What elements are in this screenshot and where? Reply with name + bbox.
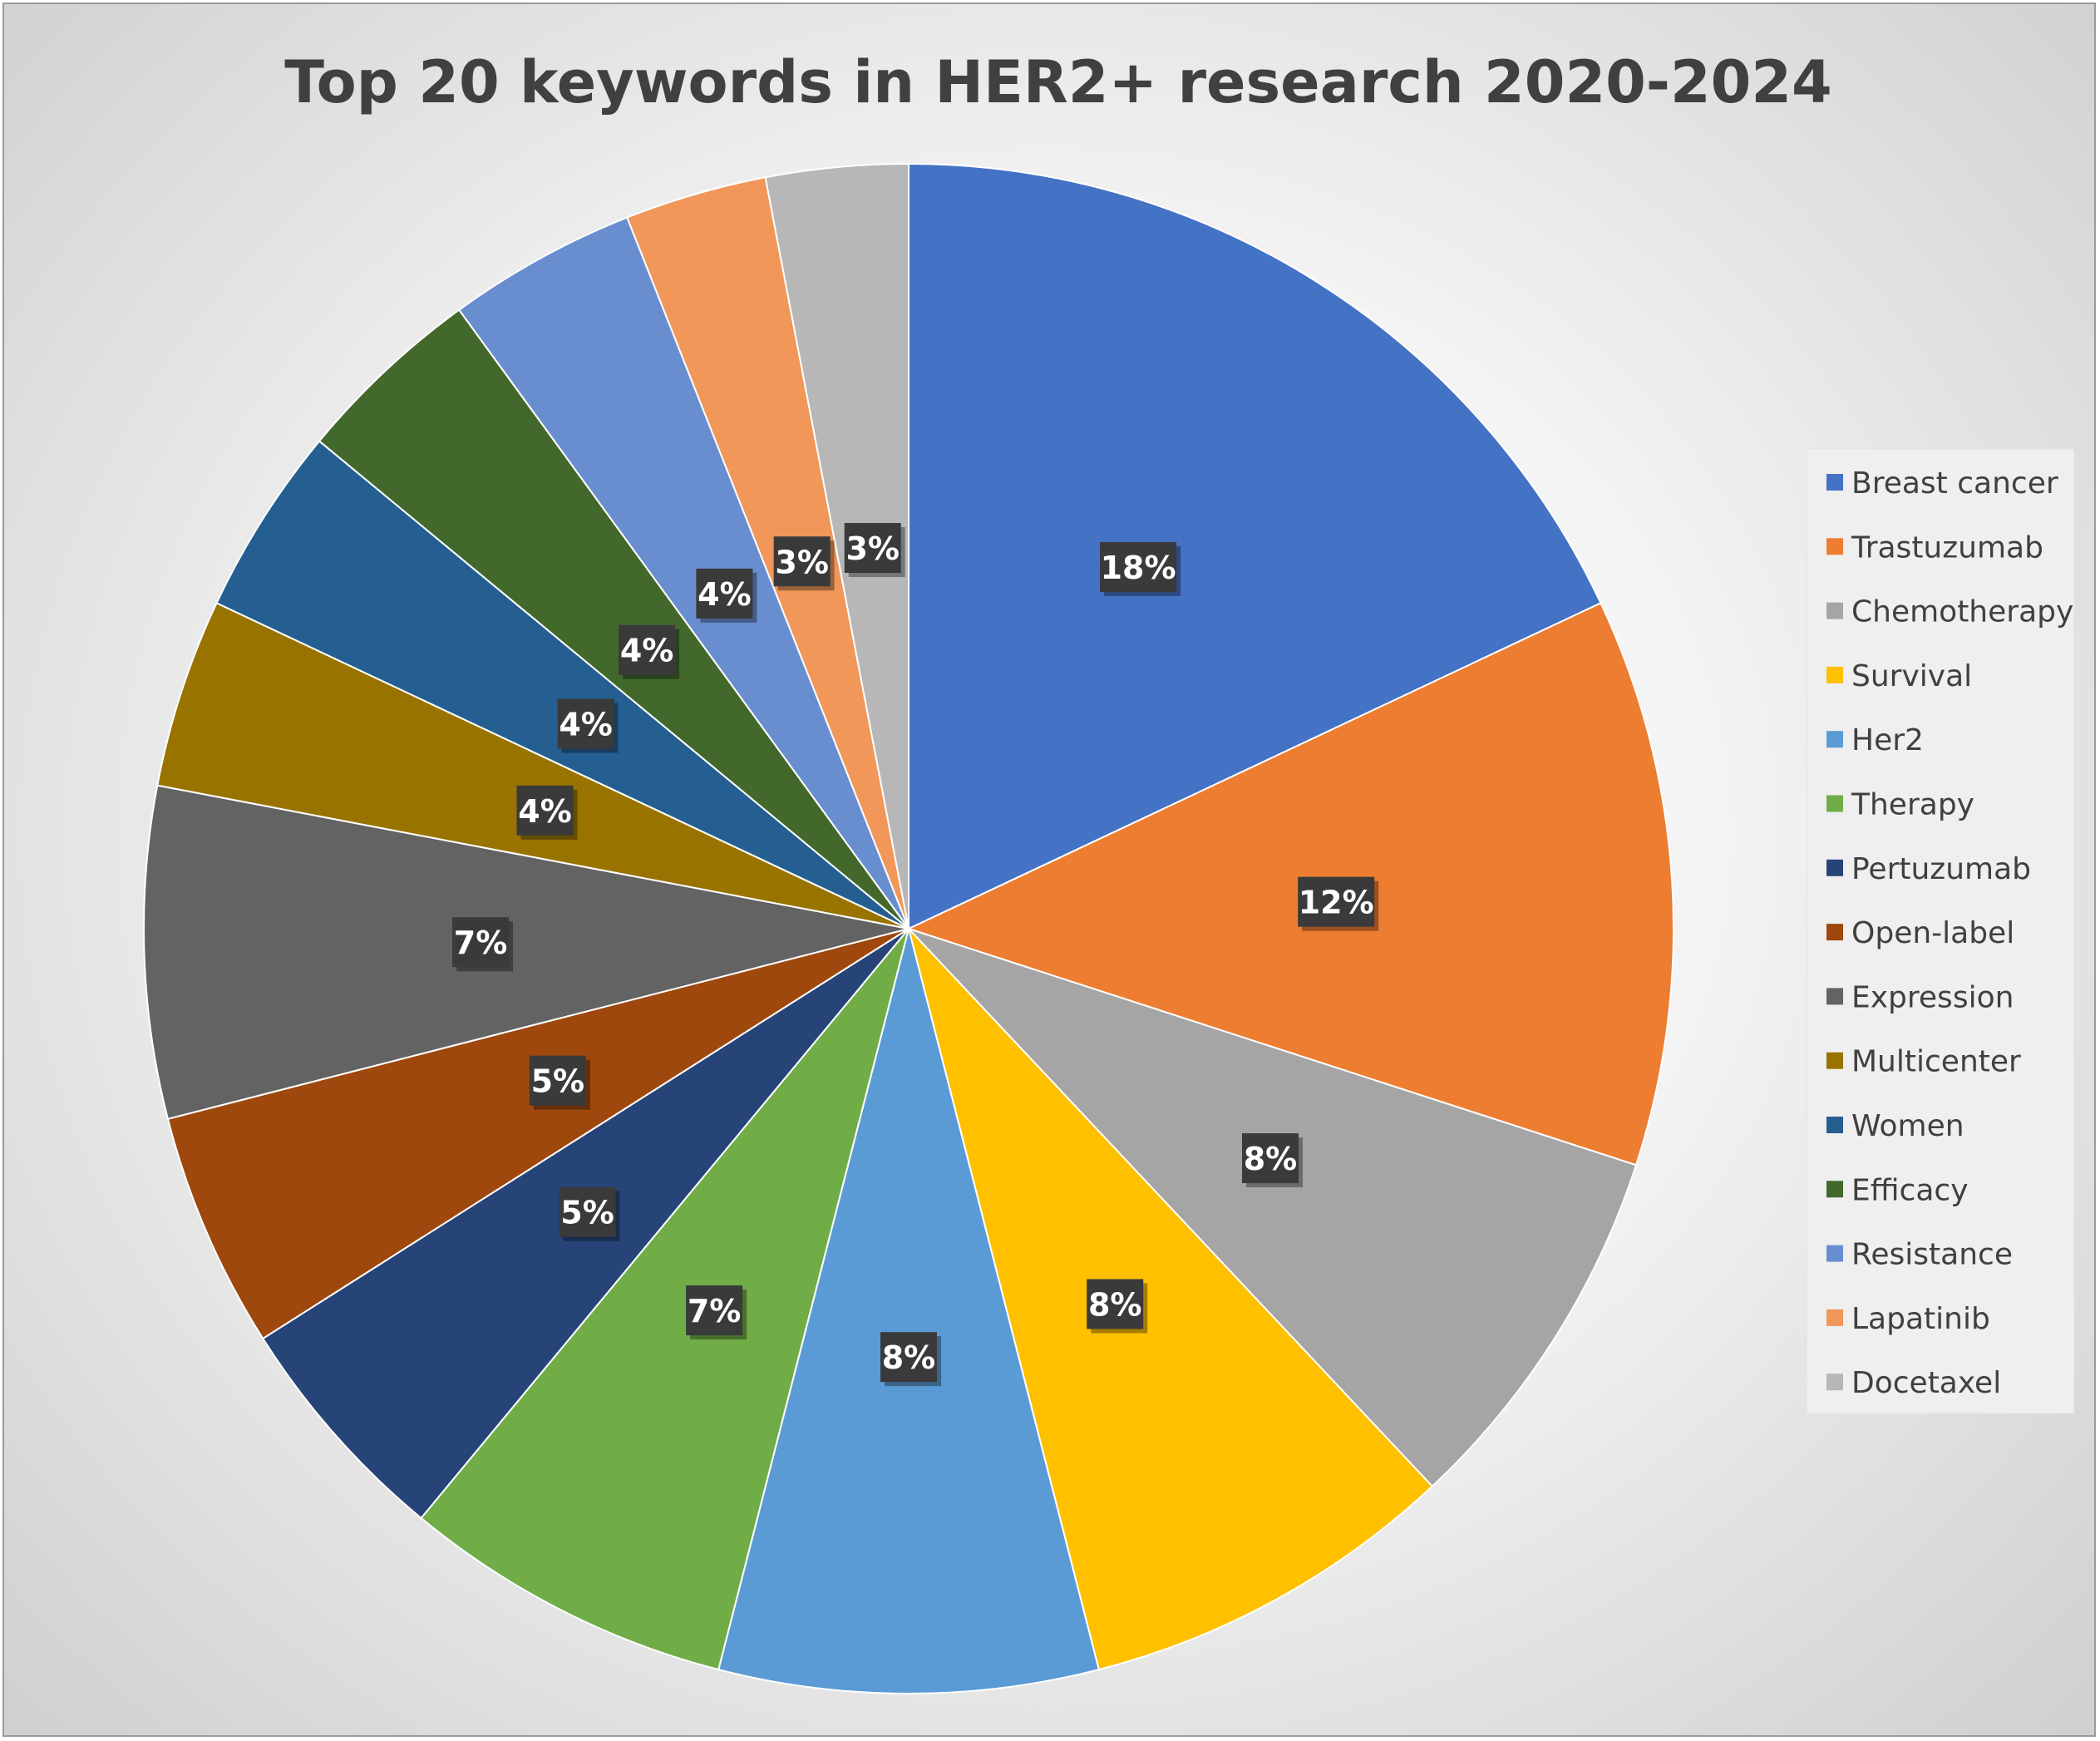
legend-label: Resistance <box>1851 1238 2013 1272</box>
legend-label: Therapy <box>1851 788 1974 822</box>
pie-slices <box>143 162 1674 1694</box>
data-label-resistance: 4% <box>696 568 757 623</box>
legend-swatch <box>1826 924 1843 941</box>
legend-entry-expression: Expression <box>1826 980 2014 1014</box>
legend-entry-multicenter: Multicenter <box>1826 1045 2021 1079</box>
legend-label: Efficacy <box>1851 1173 1969 1207</box>
legend-entry-trastuzumab: Trastuzumab <box>1826 530 2043 565</box>
data-label-value: 3% <box>845 530 900 567</box>
legend-swatch <box>1826 731 1843 748</box>
legend-label: Lapatinib <box>1851 1302 1990 1336</box>
legend-label: Chemotherapy <box>1851 595 2073 629</box>
legend-entry-breast-cancer: Breast cancer <box>1826 466 2058 501</box>
data-label-value: 18% <box>1101 550 1176 586</box>
data-label-open-label: 5% <box>529 1055 590 1110</box>
legend-label: Breast cancer <box>1851 466 2058 501</box>
data-label-value: 12% <box>1299 885 1374 921</box>
legend-label: Trastuzumab <box>1851 530 2043 565</box>
data-label-value: 3% <box>775 544 829 580</box>
legend-swatch <box>1826 859 1843 876</box>
data-label-breast-cancer: 18% <box>1100 542 1181 597</box>
legend-swatch <box>1826 1309 1843 1326</box>
legend-label: Women <box>1851 1109 1964 1143</box>
data-label-value: 4% <box>518 793 572 830</box>
data-label-lapatinib: 3% <box>773 536 835 591</box>
data-label-multicenter: 4% <box>516 785 578 840</box>
legend-label: Her2 <box>1851 723 1924 757</box>
data-label-value: 4% <box>620 633 674 669</box>
legend-entry-docetaxel: Docetaxel <box>1826 1366 2001 1400</box>
data-label-value: 4% <box>698 576 752 613</box>
data-label-value: 8% <box>1088 1286 1142 1323</box>
data-label-pertuzumab: 5% <box>559 1186 620 1241</box>
legend-swatch <box>1826 602 1843 619</box>
chart-title: Top 20 keywords in HER2+ research 2020-2… <box>284 48 1832 116</box>
legend: Breast cancer Trastuzumab Chemotherapy Surv… <box>1806 448 2075 1414</box>
pie-chart: Top 20 keywords in HER2+ research 2020-2… <box>143 48 2075 1694</box>
data-label-trastuzumab: 12% <box>1298 876 1379 931</box>
legend-entry-lapatinib: Lapatinib <box>1826 1302 1990 1336</box>
legend-swatch <box>1826 795 1843 812</box>
data-label-value: 8% <box>882 1339 936 1376</box>
chart-frame: Top 20 keywords in HER2+ research 2020-2… <box>2 2 2096 1737</box>
legend-label: Survival <box>1851 659 1972 693</box>
data-label-value: 5% <box>560 1195 614 1231</box>
legend-entry-open-label: Open-label <box>1826 916 2014 950</box>
data-label-therapy: 7% <box>686 1285 747 1340</box>
data-label-her2: 8% <box>880 1332 941 1387</box>
data-label-value: 5% <box>531 1063 585 1100</box>
data-label-expression: 7% <box>452 917 514 972</box>
data-label-value: 8% <box>1244 1141 1298 1177</box>
legend-swatch <box>1826 1245 1843 1262</box>
legend-label: Docetaxel <box>1851 1366 2001 1400</box>
legend-swatch <box>1826 1052 1843 1069</box>
legend-label: Open-label <box>1851 916 2014 950</box>
legend-swatch <box>1826 1374 1843 1391</box>
legend-swatch <box>1826 1117 1843 1133</box>
data-label-value: 7% <box>688 1293 742 1329</box>
data-label-docetaxel: 3% <box>844 523 905 578</box>
data-label-survival: 8% <box>1087 1279 1148 1334</box>
legend-entry-chemotherapy: Chemotherapy <box>1826 595 2073 629</box>
legend-swatch <box>1826 1181 1843 1198</box>
data-label-value: 7% <box>454 925 508 961</box>
legend-label: Expression <box>1851 980 2014 1014</box>
data-label-women: 4% <box>557 698 619 753</box>
legend-swatch <box>1826 538 1843 555</box>
legend-entry-resistance: Resistance <box>1826 1238 2013 1272</box>
legend-swatch <box>1826 474 1843 491</box>
data-label-efficacy: 4% <box>619 624 680 679</box>
legend-swatch <box>1826 988 1843 1005</box>
legend-label: Multicenter <box>1851 1045 2021 1079</box>
data-label-value: 4% <box>559 707 613 743</box>
data-label-chemotherapy: 8% <box>1241 1133 1303 1188</box>
legend-label: Pertuzumab <box>1851 852 2031 886</box>
legend-entry-pertuzumab: Pertuzumab <box>1826 852 2031 886</box>
legend-swatch <box>1826 666 1843 683</box>
